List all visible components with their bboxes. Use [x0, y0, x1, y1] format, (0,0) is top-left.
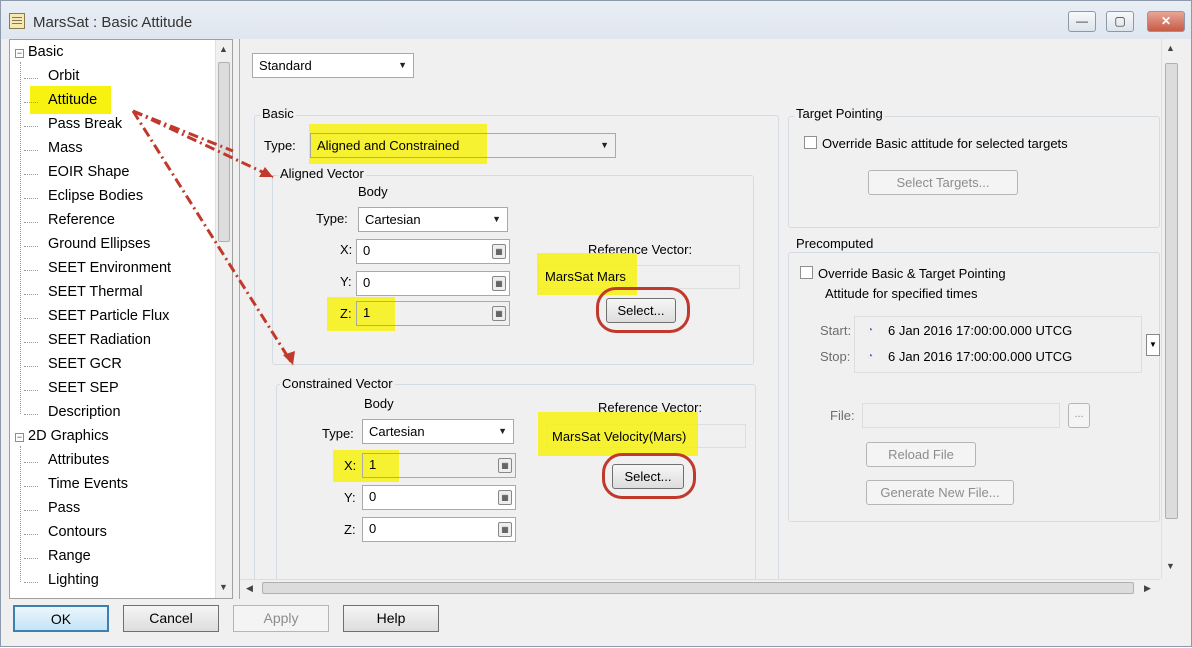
annotation-arrows — [131, 109, 295, 366]
cancel-button[interactable]: Cancel — [123, 605, 219, 632]
arrow-to-type — [132, 109, 234, 153]
help-button[interactable]: Help — [343, 605, 439, 632]
ok-button[interactable]: OK — [13, 605, 109, 632]
apply-button[interactable]: Apply — [233, 605, 329, 632]
dialog-window: MarsSat : Basic Attitude — ▢ ✕ − Basic Orb… — [0, 0, 1192, 647]
